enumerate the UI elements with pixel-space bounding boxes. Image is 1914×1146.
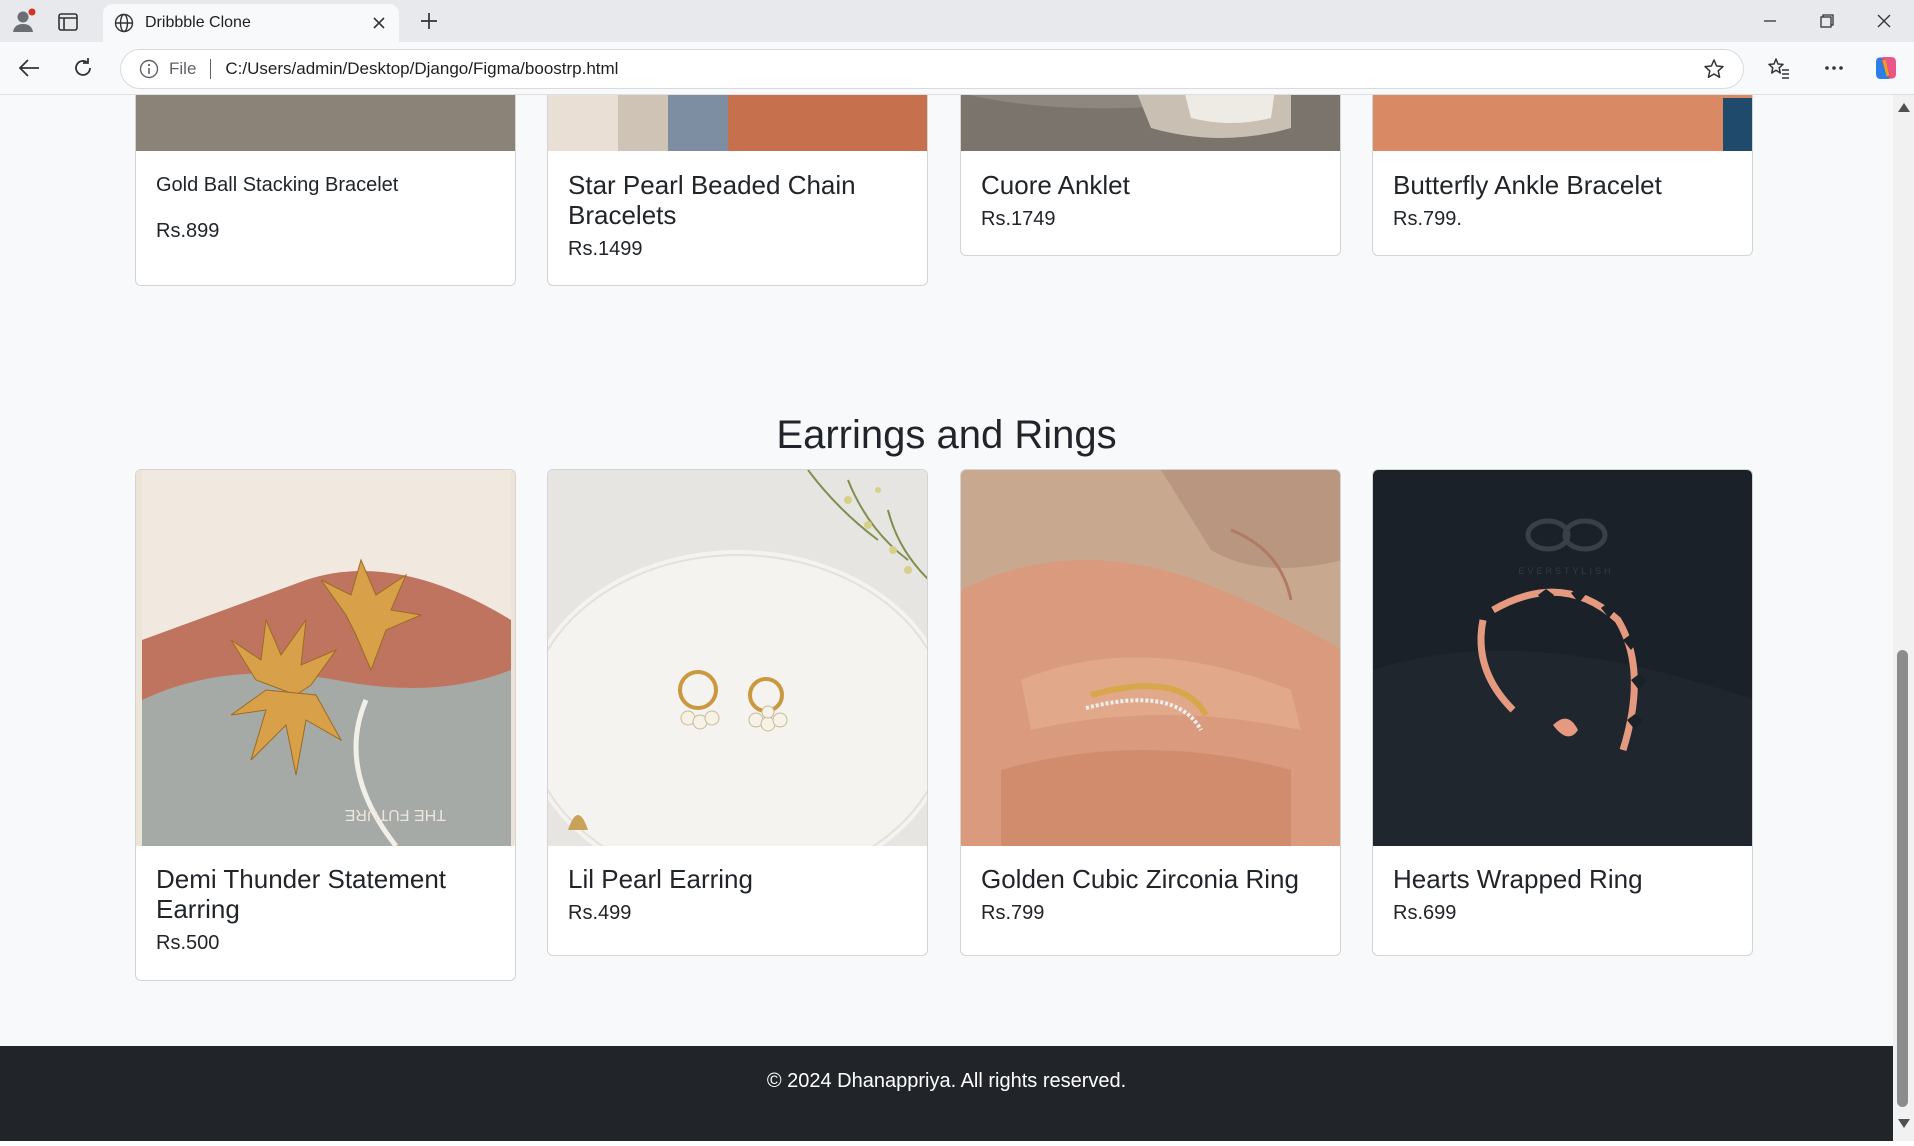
scroll-down-icon[interactable] — [1898, 1119, 1910, 1128]
product-image — [961, 470, 1340, 846]
product-price: Rs.499 — [568, 902, 632, 924]
product-card[interactable]: Lil Pearl Earring Rs.499 — [547, 469, 928, 956]
scrollbar-thumb[interactable] — [1897, 650, 1908, 1107]
favorites-icon[interactable] — [1762, 51, 1796, 85]
product-name: Star Pearl Beaded Chain Bracelets — [568, 170, 856, 230]
product-card[interactable]: Cuore Anklet Rs.1749 — [960, 95, 1341, 256]
product-name: Demi Thunder Statement Earring — [156, 864, 446, 924]
product-name: Gold Ball Stacking Bracelet — [156, 174, 399, 196]
brand-watermark-text: EVERSTYLISH — [1518, 566, 1613, 576]
product-price: Rs.699 — [1393, 902, 1457, 924]
address-separator — [210, 59, 212, 79]
restore-icon[interactable] — [1799, 0, 1855, 42]
close-tab-icon[interactable] — [367, 11, 391, 35]
tab-actions-icon[interactable] — [54, 9, 82, 35]
tab-title: Dribbble Clone — [145, 14, 251, 31]
product-price: Rs.500 — [156, 932, 220, 954]
product-image — [548, 470, 927, 846]
product-image — [1373, 95, 1752, 151]
product-price: Rs.1499 — [568, 238, 643, 260]
product-card[interactable]: Gold Ball Stacking Bracelet Rs.899 — [135, 95, 516, 286]
scroll-up-icon[interactable] — [1898, 103, 1910, 112]
url-text[interactable]: C:/Users/admin/Desktop/Django/Figma/boos… — [225, 59, 1701, 79]
address-bar[interactable]: File C:/Users/admin/Desktop/Django/Figma… — [120, 49, 1744, 89]
globe-icon — [113, 12, 135, 34]
browser-tab-bar: Dribbble Clone — [0, 0, 1914, 42]
product-card[interactable]: Golden Cubic Zirconia Ring Rs.799 — [960, 469, 1341, 956]
more-options-icon[interactable] — [1817, 51, 1851, 85]
product-name: Cuore Anklet — [981, 170, 1130, 200]
product-card[interactable]: EVERSTYLISH Hearts Wrapped Ring Rs.699 — [1372, 469, 1753, 956]
product-card[interactable]: Star Pearl Beaded Chain Bracelets Rs.149… — [547, 95, 928, 286]
info-icon[interactable] — [139, 59, 159, 79]
product-image — [961, 95, 1340, 151]
product-image — [548, 95, 927, 151]
star-icon[interactable] — [1701, 56, 1727, 82]
section-title: Earrings and Rings — [776, 413, 1117, 457]
product-image: THE FUTURE — [136, 470, 515, 846]
product-price: Rs.1749 — [981, 208, 1056, 230]
product-price: Rs.899 — [156, 220, 220, 242]
card-print-text: THE FUTURE — [345, 806, 446, 823]
minimize-icon[interactable] — [1742, 0, 1798, 42]
back-icon[interactable] — [12, 51, 46, 85]
product-name: Golden Cubic Zirconia Ring — [981, 864, 1299, 894]
product-card[interactable]: Butterfly Ankle Bracelet Rs.799. — [1372, 95, 1753, 256]
reload-icon[interactable] — [66, 51, 100, 85]
product-image — [136, 95, 515, 151]
profile-icon[interactable] — [8, 6, 38, 36]
close-window-icon[interactable] — [1856, 0, 1912, 42]
product-price: Rs.799. — [1393, 208, 1462, 230]
copilot-icon[interactable] — [1869, 51, 1903, 85]
new-tab-icon[interactable] — [415, 7, 443, 35]
product-name: Hearts Wrapped Ring — [1393, 864, 1643, 894]
footer: © 2024 Dhanappriya. All rights reserved. — [0, 1046, 1893, 1141]
file-label: File — [169, 59, 197, 78]
product-name: Butterfly Ankle Bracelet — [1393, 170, 1662, 200]
product-name: Lil Pearl Earring — [568, 864, 753, 894]
browser-tab[interactable]: Dribbble Clone — [103, 4, 399, 42]
page-scrollbar[interactable] — [1893, 95, 1914, 1141]
product-card[interactable]: THE FUTURE Demi Thunder Statement Earrin… — [135, 469, 516, 981]
product-image: EVERSTYLISH — [1373, 470, 1752, 846]
product-price: Rs.799 — [981, 902, 1045, 924]
footer-copyright: © 2024 Dhanappriya. All rights reserved. — [766, 1070, 1127, 1092]
page-viewport: Gold Ball Stacking Bracelet Rs.899 Star … — [0, 95, 1893, 1141]
browser-toolbar: File C:/Users/admin/Desktop/Django/Figma… — [0, 42, 1914, 95]
